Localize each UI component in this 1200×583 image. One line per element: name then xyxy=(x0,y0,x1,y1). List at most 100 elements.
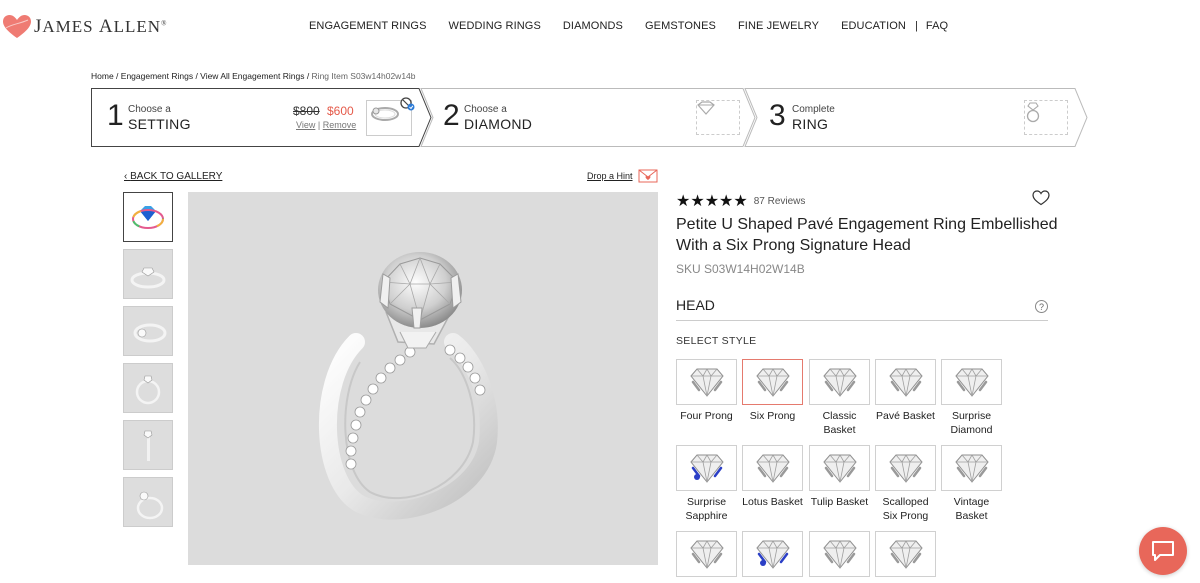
head-style-name: Six Prong xyxy=(749,410,796,422)
brand-logo[interactable]: JAMES ALLEN® xyxy=(2,14,167,40)
main-product-image[interactable] xyxy=(188,192,658,565)
diamond-placeholder xyxy=(696,100,740,135)
step-title: DIAMOND xyxy=(464,116,533,132)
main-nav: ENGAGEMENT RINGS WEDDING RINGS DIAMONDS … xyxy=(309,20,948,32)
head-style-image xyxy=(742,359,803,405)
head-style-image xyxy=(809,531,870,577)
edit-setting-icon[interactable] xyxy=(398,96,416,112)
step-diamond[interactable]: 2 Choose a DIAMOND xyxy=(421,88,745,147)
ring-thumbnail-image xyxy=(133,323,167,343)
breadcrumb: Home / Engagement Rings / View All Engag… xyxy=(91,71,416,81)
head-style-name: Lotus Basket xyxy=(742,496,803,508)
thumbnail-360[interactable] xyxy=(123,192,173,242)
breadcrumb-home[interactable]: Home xyxy=(91,71,114,81)
breadcrumb-engagement-rings[interactable]: Engagement Rings xyxy=(121,71,193,81)
head-style-name: Surprise Sapphire xyxy=(685,496,728,522)
breadcrumb-view-all[interactable]: View All Engagement Rings xyxy=(200,71,304,81)
ring-head-icon xyxy=(755,540,790,569)
head-style-option[interactable]: Surprise Sapphire xyxy=(676,445,737,523)
head-style-option[interactable]: Surprise Diamond xyxy=(941,359,1002,437)
favorite-heart-icon[interactable] xyxy=(1032,190,1050,206)
nav-gemstones[interactable]: GEMSTONES xyxy=(645,20,716,32)
original-price: $800 xyxy=(293,104,320,118)
360-view-icon xyxy=(132,206,164,229)
thumbnail-list xyxy=(123,192,173,534)
nav-education[interactable]: EDUCATION xyxy=(841,20,906,32)
head-style-image xyxy=(742,445,803,491)
nav-diamonds[interactable]: DIAMONDS xyxy=(563,20,623,32)
head-style-image xyxy=(941,359,1002,405)
product-sku: SKU S03W14H02W14B xyxy=(676,262,805,276)
ring-head-icon xyxy=(888,540,923,569)
ring-thumbnail-image xyxy=(130,267,166,289)
sale-price: $600 xyxy=(327,104,354,118)
back-label: BACK TO GALLERY xyxy=(130,171,223,182)
back-to-gallery-link[interactable]: ‹ BACK TO GALLERY xyxy=(124,171,222,182)
ring-head-icon xyxy=(954,368,989,397)
remove-setting-link[interactable]: Remove xyxy=(323,120,357,130)
nav-faq[interactable]: FAQ xyxy=(926,20,948,32)
step-number: 3 xyxy=(769,99,786,132)
ring-head-icon xyxy=(689,368,724,397)
step-number: 2 xyxy=(443,99,460,132)
ring-icon xyxy=(1026,102,1040,123)
head-style-image xyxy=(676,531,737,577)
thumbnail-side[interactable] xyxy=(123,420,173,470)
head-style-option[interactable]: Four Prong xyxy=(676,359,737,423)
thumbnail-hand[interactable] xyxy=(123,477,173,527)
setting-actions: View | Remove xyxy=(296,120,356,130)
head-style-image xyxy=(676,359,737,405)
drop-a-hint-link[interactable]: Drop a Hint xyxy=(587,171,633,181)
head-section-label[interactable]: HEAD xyxy=(676,297,715,313)
view-setting-link[interactable]: View xyxy=(296,120,315,130)
ring-thumbnail-image xyxy=(135,375,161,405)
nav-wedding-rings[interactable]: WEDDING RINGS xyxy=(449,20,541,32)
ring-head-icon xyxy=(822,454,857,483)
thumbnail-angle-2[interactable] xyxy=(123,306,173,356)
select-style-label: SELECT STYLE xyxy=(676,335,757,347)
ring-thumbnail-image xyxy=(143,430,153,461)
head-style-name: Tulip Basket xyxy=(810,496,869,508)
ring-head-icon xyxy=(755,368,790,397)
ring-head-icon xyxy=(822,540,857,569)
product-rating[interactable]: ★★★★★ 87 Reviews xyxy=(676,191,805,211)
product-title: Petite U Shaped Pavé Engagement Ring Emb… xyxy=(676,216,1058,254)
head-style-option[interactable]: Six Prong xyxy=(742,359,803,423)
head-style-option[interactable]: Scalloped Six Prong xyxy=(875,445,936,523)
nav-engagement-rings[interactable]: ENGAGEMENT RINGS xyxy=(309,20,427,32)
head-style-name: Surprise Diamond xyxy=(950,410,993,436)
head-style-image xyxy=(676,445,737,491)
head-style-option[interactable] xyxy=(742,531,803,581)
head-style-name: Classic Basket xyxy=(822,410,857,436)
head-style-image xyxy=(809,359,870,405)
step-complete[interactable]: 3 Complete RING xyxy=(745,88,1075,147)
step-number: 1 xyxy=(107,99,124,132)
head-style-option[interactable] xyxy=(875,531,936,581)
thumbnail-angle-1[interactable] xyxy=(123,249,173,299)
head-style-option[interactable]: Classic Basket xyxy=(809,359,870,437)
envelope-heart-icon[interactable] xyxy=(638,169,658,183)
heart-logo-icon xyxy=(3,15,31,38)
thumbnail-front[interactable] xyxy=(123,363,173,413)
reviews-count[interactable]: 87 Reviews xyxy=(754,196,806,207)
head-style-option[interactable]: Vintage Basket xyxy=(941,445,1002,523)
head-style-option[interactable] xyxy=(809,531,870,581)
step-setting[interactable]: 1 Choose a SETTING $800 $600 View | Remo… xyxy=(91,88,421,147)
chat-button[interactable] xyxy=(1139,527,1187,575)
nav-fine-jewelry[interactable]: FINE JEWELRY xyxy=(738,20,819,32)
brand-name: JAMES ALLEN® xyxy=(34,16,168,37)
breadcrumb-sep: / xyxy=(304,71,312,81)
section-divider xyxy=(676,320,1048,321)
head-style-option[interactable]: Pavé Basket xyxy=(875,359,936,423)
head-style-option[interactable] xyxy=(676,531,737,581)
head-style-image xyxy=(941,445,1002,491)
actions-separator: | xyxy=(317,120,321,130)
ring-head-icon xyxy=(822,368,857,397)
help-icon[interactable]: ? xyxy=(1035,300,1048,313)
head-style-name: Four Prong xyxy=(680,410,733,422)
head-style-option[interactable]: Lotus Basket xyxy=(742,445,803,509)
star-rating-icon: ★★★★★ xyxy=(676,193,748,210)
head-style-image xyxy=(875,445,936,491)
head-style-name: Scalloped Six Prong xyxy=(882,496,929,522)
head-style-option[interactable]: Tulip Basket xyxy=(809,445,870,509)
